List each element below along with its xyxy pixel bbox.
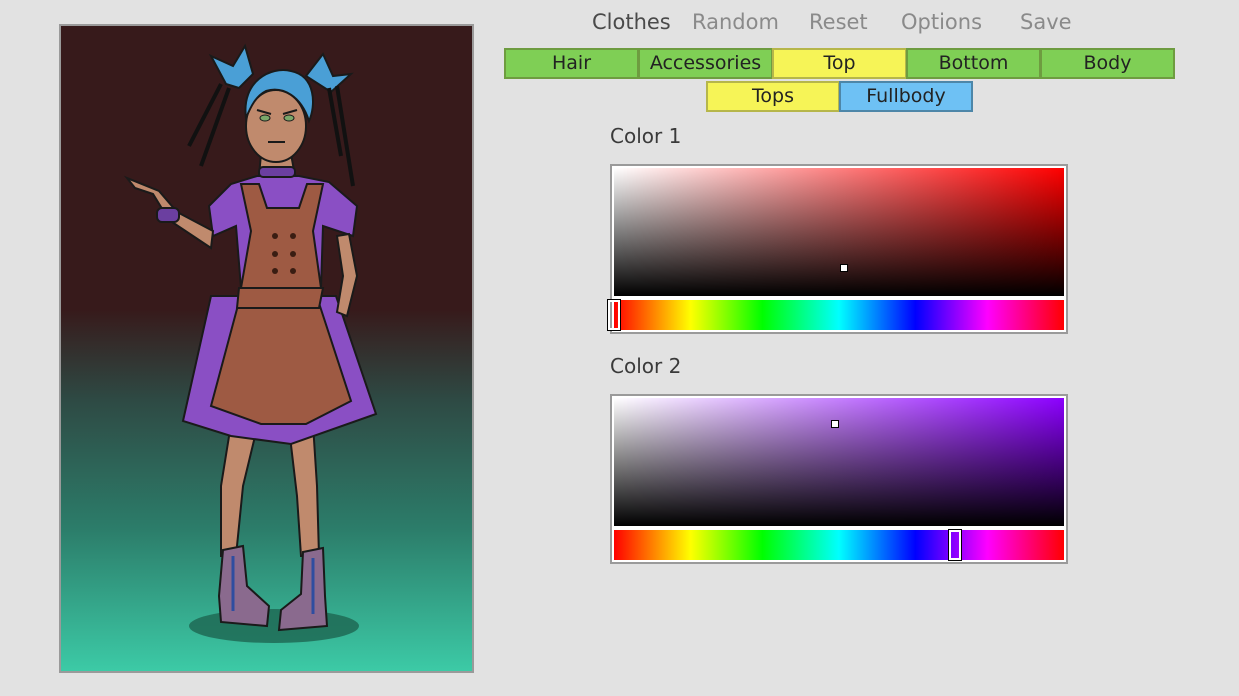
color-2-label: Color 2 [610,354,682,378]
color-1-sv-handle[interactable] [839,263,848,272]
character-illustration [123,43,378,643]
color-1-label: Color 1 [610,124,682,148]
tab-bottom[interactable]: Bottom [906,48,1041,79]
color-1-saturation-value-field[interactable] [614,168,1064,296]
menu-random[interactable]: Random [692,10,779,34]
color-2-hue-bar[interactable] [614,529,1064,561]
tab-top[interactable]: Top [772,48,907,79]
character-preview [59,24,474,673]
tab-body[interactable]: Body [1040,48,1175,79]
color-1-hue-bar[interactable] [607,299,1064,331]
menu-options[interactable]: Options [901,10,982,34]
color-2-picker [610,394,1068,564]
tab-hair[interactable]: Hair [504,48,639,79]
tab-accessories[interactable]: Accessories [638,48,773,79]
color-2-hue-slider[interactable] [948,529,963,561]
color-1-hue-slider[interactable] [607,299,621,331]
subtab-tops[interactable]: Tops [706,81,840,112]
subtab-fullbody[interactable]: Fullbody [839,81,973,112]
menu-save[interactable]: Save [1020,10,1072,34]
color-2-sv-handle[interactable] [830,419,839,428]
color-2-saturation-value-field[interactable] [614,398,1064,526]
menu-reset[interactable]: Reset [809,10,868,34]
color-1-picker [607,164,1068,334]
menu-clothes[interactable]: Clothes [592,10,671,34]
